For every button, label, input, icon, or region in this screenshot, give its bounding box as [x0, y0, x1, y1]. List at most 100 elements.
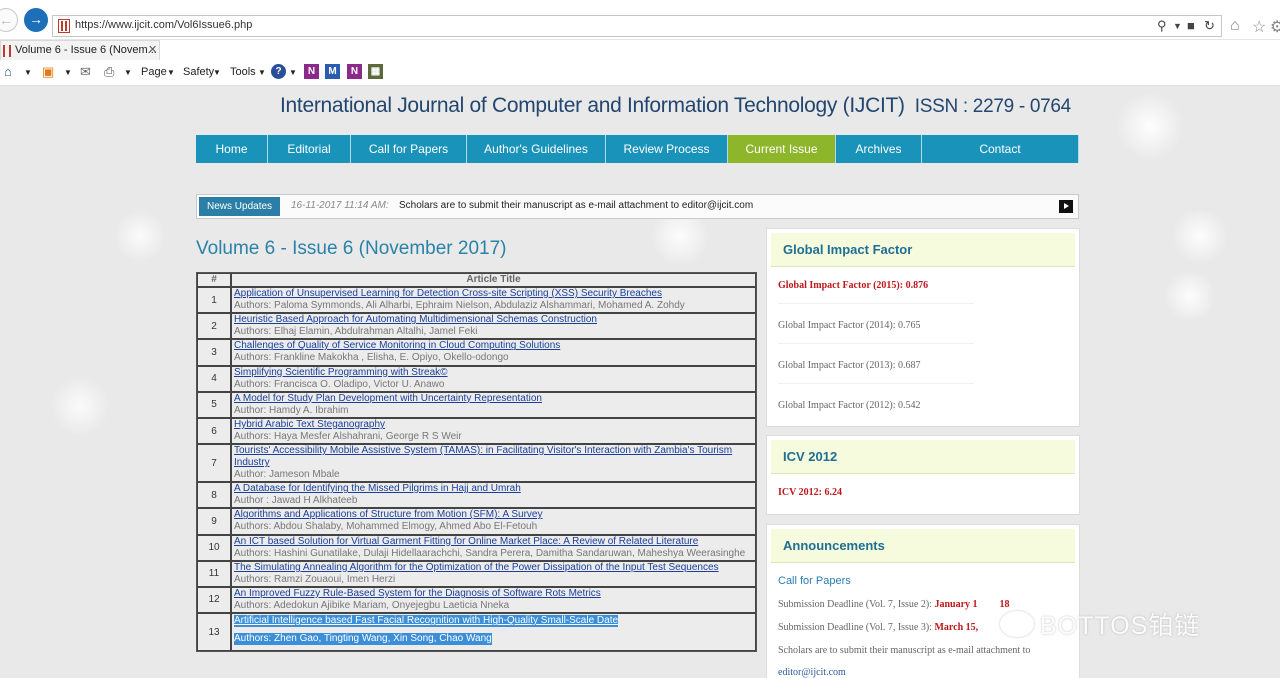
- dropdown-arrow-icon[interactable]: ▼: [1173, 21, 1182, 31]
- help-icon[interactable]: ?: [271, 64, 286, 79]
- impact-factor-2012: Global Impact Factor (2012): 0.542: [778, 400, 921, 411]
- lock-icon[interactable]: ■: [1187, 18, 1195, 33]
- tab-close-icon[interactable]: ✕: [148, 43, 157, 56]
- browser-tab[interactable]: Volume 6 - Issue 6 (Novem... ✕: [0, 40, 160, 60]
- addon-icon[interactable]: M: [325, 64, 340, 79]
- news-date: 16-11-2017 11:14 AM:: [291, 200, 389, 211]
- divider: [778, 303, 974, 304]
- article-cell: A Model for Study Plan Development with …: [231, 391, 756, 418]
- article-number: 5: [197, 391, 231, 418]
- tools-menu[interactable]: Tools: [230, 66, 256, 78]
- table-row: 7 Tourists' Accessibility Mobile Assistiv…: [197, 444, 756, 483]
- table-row: 11 The Simulating Annealing Algorithm for…: [197, 560, 756, 587]
- article-title-link[interactable]: Algorithms and Applications of Structure…: [234, 509, 753, 521]
- article-title-link[interactable]: A Model for Study Plan Development with …: [234, 393, 753, 405]
- home-icon[interactable]: ⌂: [1230, 17, 1240, 35]
- home-icon[interactable]: ⌂: [4, 64, 12, 79]
- nav-item-contact[interactable]: Contact: [922, 135, 1079, 163]
- article-cell: Challenges of Quality of Service Monitor…: [231, 339, 756, 366]
- back-button[interactable]: ←: [0, 8, 18, 32]
- article-title-link[interactable]: Tourists' Accessibility Mobile Assistive…: [234, 445, 753, 469]
- article-number: 11: [197, 560, 231, 587]
- call-for-papers-link[interactable]: Call for Papers: [778, 575, 851, 587]
- url-input[interactable]: https://www.ijcit.com/Vol6Issue6.php ⚲ ▼…: [52, 15, 1222, 37]
- article-title-link[interactable]: Heuristic Based Approach for Automating …: [234, 314, 753, 326]
- impact-factor-heading: Global Impact Factor: [771, 233, 1075, 267]
- table-row: 10 An ICT based Solution for Virtual Garm…: [197, 534, 756, 561]
- command-bar: ⌂ ▼ ▣ ▼ ✉ ⎙ ▼ Page ▼ Safety ▼ Tools ▼ ? …: [0, 60, 1280, 86]
- article-title-link[interactable]: The Simulating Annealing Algorithm for t…: [234, 562, 753, 574]
- dropdown-arrow-icon[interactable]: ▼: [258, 68, 266, 77]
- feeds-icon[interactable]: ▣: [42, 64, 54, 80]
- safety-menu[interactable]: Safety: [183, 66, 214, 78]
- research-icon[interactable]: ▦: [368, 64, 383, 79]
- nav-item-archives[interactable]: Archives: [836, 135, 922, 163]
- favorites-star-icon[interactable]: ☆: [1252, 17, 1266, 37]
- article-cell: Hybrid Arabic Text Steganography Authors:…: [231, 417, 756, 445]
- article-title-link[interactable]: Hybrid Arabic Text Steganography: [234, 419, 753, 431]
- news-ticker: News Updates 16-11-2017 11:14 AM: Schola…: [196, 194, 1079, 219]
- nav-item-review-process[interactable]: Review Process: [606, 135, 728, 163]
- article-title-link[interactable]: A Database for Identifying the Missed Pi…: [234, 483, 753, 495]
- table-row: 12 An Improved Fuzzy Rule-Based System fo…: [197, 586, 756, 614]
- article-authors: Authors: Elhaj Elamin, Abdulrahman Altal…: [234, 326, 478, 338]
- article-authors: Authors: Haya Mesfer Alshahrani, George …: [234, 430, 462, 442]
- article-number: 3: [197, 339, 231, 366]
- article-title-link[interactable]: An ICT based Solution for Virtual Garmen…: [234, 536, 753, 548]
- article-title-link[interactable]: Simplifying Scientific Programming with …: [234, 367, 753, 379]
- table-row: 13 Artificial Intelligence based Fast Fac…: [197, 613, 756, 652]
- mail-icon[interactable]: ✉: [80, 64, 91, 80]
- page-menu[interactable]: Page: [141, 66, 167, 78]
- article-title-link[interactable]: Artificial Intelligence based Fast Facia…: [234, 615, 619, 628]
- article-number: 6: [197, 417, 231, 445]
- impact-factor-2013: Global Impact Factor (2013): 0.687: [778, 360, 921, 371]
- news-text[interactable]: Scholars are to submit their manuscript …: [399, 200, 753, 211]
- tab-favicon-icon: [3, 45, 11, 57]
- nav-item-author-s-guidelines[interactable]: Author's Guidelines: [467, 135, 606, 163]
- search-icon[interactable]: ⚲: [1157, 18, 1167, 34]
- table-row: 4 Simplifying Scientific Programming with…: [197, 365, 756, 392]
- column-header-number: #: [197, 273, 231, 287]
- editor-email-link[interactable]: editor@ijcit.com: [778, 667, 846, 678]
- settings-gear-icon[interactable]: ⚙: [1270, 17, 1280, 37]
- nav-item-current-issue[interactable]: Current Issue: [728, 135, 836, 163]
- article-number: 13: [197, 613, 231, 652]
- article-cell: An ICT based Solution for Virtual Garmen…: [231, 534, 756, 561]
- article-title-link[interactable]: An Improved Fuzzy Rule-Based System for …: [234, 588, 753, 600]
- deadline-date: March 15,: [934, 622, 979, 633]
- article-authors: Authors: Francisca O. Oladipo, Victor U.…: [234, 378, 445, 390]
- main-navigation: Home Editorial Call for Papers Author's Gui…: [196, 135, 1079, 163]
- article-title-link[interactable]: Challenges of Quality of Service Monitor…: [234, 340, 753, 352]
- impact-factor-2014: Global Impact Factor (2014): 0.765: [778, 320, 921, 331]
- article-cell: Application of Unsupervised Learning for…: [231, 287, 756, 314]
- refresh-icon[interactable]: ↻: [1204, 18, 1215, 34]
- nav-item-editorial[interactable]: Editorial: [268, 135, 351, 163]
- journal-title: International Journal of Computer and In…: [280, 94, 905, 117]
- print-icon[interactable]: ⎙: [104, 64, 114, 80]
- column-header-title: Article Title: [231, 273, 756, 287]
- dropdown-arrow-icon[interactable]: ▼: [289, 68, 297, 77]
- nav-item-home[interactable]: Home: [196, 135, 268, 163]
- dropdown-arrow-icon[interactable]: ▼: [124, 68, 132, 77]
- article-title-link[interactable]: Application of Unsupervised Learning for…: [234, 288, 753, 300]
- dropdown-arrow-icon[interactable]: ▼: [213, 68, 221, 77]
- dropdown-arrow-icon[interactable]: ▼: [167, 68, 175, 77]
- divider: [778, 383, 974, 384]
- article-cell: Algorithms and Applications of Structure…: [231, 508, 756, 535]
- dropdown-arrow-icon[interactable]: ▼: [64, 68, 72, 77]
- volume-title: Volume 6 - Issue 6 (November 2017): [196, 238, 507, 259]
- article-number: 9: [197, 508, 231, 535]
- onenote-linked-icon[interactable]: N: [347, 64, 362, 79]
- impact-factor-panel: Global Impact Factor Global Impact Facto…: [766, 228, 1080, 427]
- table-row: 2 Heuristic Based Approach for Automating…: [197, 313, 756, 340]
- forward-button[interactable]: →: [24, 8, 48, 32]
- nav-item-call-for-papers[interactable]: Call for Papers: [351, 135, 467, 163]
- play-icon[interactable]: [1059, 200, 1073, 213]
- article-cell: Artificial Intelligence based Fast Facia…: [231, 613, 756, 652]
- table-row: 1 Application of Unsupervised Learning fo…: [197, 287, 756, 314]
- onenote-icon[interactable]: N: [304, 64, 319, 79]
- deadline-issue-2: Submission Deadline (Vol. 7, Issue 2): J…: [778, 599, 1010, 610]
- dropdown-arrow-icon[interactable]: ▼: [24, 68, 32, 77]
- table-row: 5A Model for Study Plan Development with…: [197, 391, 756, 418]
- page-content: International Journal of Computer and In…: [0, 86, 1280, 678]
